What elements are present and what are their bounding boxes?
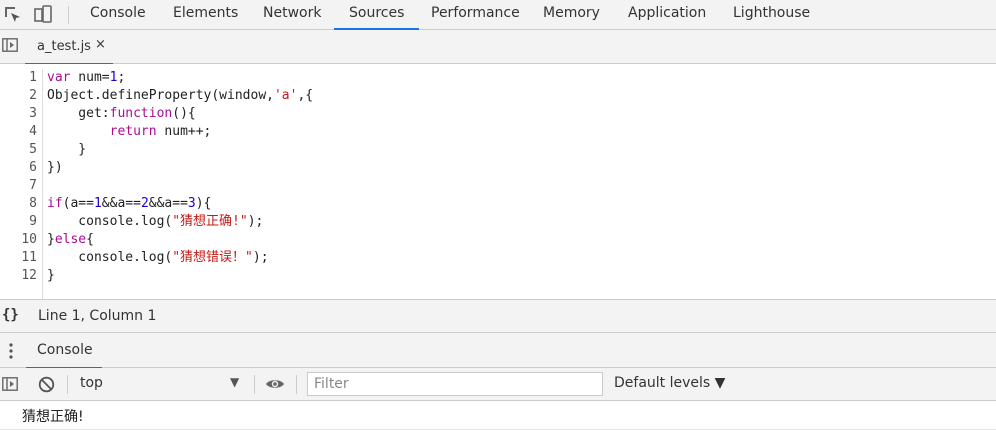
context-selector[interactable]: top <box>80 375 103 391</box>
code-text[interactable]: if(a==1&&a==2&&a==3){ <box>47 195 211 213</box>
line-number[interactable]: 11 <box>0 249 37 267</box>
code-text[interactable]: console.log("猜想正确!"); <box>47 213 263 231</box>
toolbar-separator <box>68 6 69 24</box>
code-text[interactable]: } <box>47 267 55 285</box>
code-text[interactable]: }else{ <box>47 231 94 249</box>
more-options-icon[interactable] <box>6 342 16 360</box>
line-number[interactable]: 4 <box>0 123 37 141</box>
file-tab-name: a_test.js <box>37 39 91 54</box>
code-text[interactable]: Object.defineProperty(window,'a',{ <box>47 87 313 105</box>
code-line[interactable]: 1 var num=1; <box>0 69 996 87</box>
code-line[interactable]: 9 console.log("猜想正确!"); <box>0 213 996 231</box>
line-number[interactable]: 7 <box>0 177 37 195</box>
tab-performance[interactable]: Performance <box>431 0 520 30</box>
toolbar-separator <box>296 375 297 394</box>
device-toolbar-icon[interactable] <box>33 5 53 25</box>
live-expression-eye-icon[interactable] <box>265 377 285 391</box>
devtools-tab-bar: Console Elements Network Sources Performance… <box>0 0 996 30</box>
tab-network[interactable]: Network <box>263 0 321 30</box>
close-tab-icon[interactable]: × <box>95 37 106 52</box>
sources-file-tab-bar: a_test.js × <box>0 30 996 65</box>
code-text[interactable]: console.log("猜想错误！"); <box>47 249 268 267</box>
code-line[interactable]: 5 } <box>0 141 996 159</box>
code-text[interactable]: return num++; <box>47 123 212 141</box>
console-message: 猜想正确! <box>22 409 84 425</box>
tab-console[interactable]: Console <box>90 0 146 30</box>
code-line[interactable]: 11 console.log("猜想错误！"); <box>0 249 996 267</box>
line-number[interactable]: 8 <box>0 195 37 213</box>
pretty-print-icon[interactable]: {} <box>2 307 19 323</box>
code-line[interactable]: 7 <box>0 177 996 195</box>
line-number[interactable]: 5 <box>0 141 37 159</box>
drawer-tab-label: Console <box>37 342 93 358</box>
inspect-element-icon[interactable] <box>3 5 23 25</box>
cursor-position: Line 1, Column 1 <box>38 308 157 324</box>
line-number[interactable]: 3 <box>0 105 37 123</box>
tab-memory[interactable]: Memory <box>543 0 600 30</box>
tab-application[interactable]: Application <box>628 0 706 30</box>
code-line[interactable]: 2 Object.defineProperty(window,'a',{ <box>0 87 996 105</box>
editor-status-bar: {} Line 1, Column 1 <box>0 299 996 333</box>
console-output: 猜想正确! <box>0 401 996 430</box>
line-number[interactable]: 2 <box>0 87 37 105</box>
code-text[interactable]: var num=1; <box>47 69 125 87</box>
tab-sources[interactable]: Sources <box>333 0 420 30</box>
console-toolbar: top ▼ Default levels ▼ <box>0 368 996 401</box>
tab-elements[interactable]: Elements <box>173 0 238 30</box>
clear-console-icon[interactable] <box>38 376 55 393</box>
tab-lighthouse[interactable]: Lighthouse <box>733 0 810 30</box>
log-levels-dropdown[interactable]: Default levels ▼ <box>614 375 725 391</box>
code-line[interactable]: 3 get:function(){ <box>0 105 996 123</box>
code-text[interactable]: } <box>47 141 86 159</box>
drawer-tab-bar: Console <box>0 333 996 369</box>
code-line[interactable]: 10 }else{ <box>0 231 996 249</box>
code-line[interactable]: 6}) <box>0 159 996 177</box>
code-editor[interactable]: 1 var num=1; 2 Object.defineProperty(window… <box>0 64 996 299</box>
chevron-down-icon[interactable]: ▼ <box>230 375 239 389</box>
code-line[interactable]: 4 return num++; <box>0 123 996 141</box>
line-number[interactable]: 10 <box>0 231 37 249</box>
toolbar-separator <box>254 375 255 394</box>
toggle-navigator-icon[interactable] <box>2 38 18 52</box>
line-number[interactable]: 6 <box>0 159 37 177</box>
code-line[interactable]: 12} <box>0 267 996 285</box>
code-text[interactable]: get:function(){ <box>47 105 195 123</box>
toolbar-separator <box>67 375 68 394</box>
line-number[interactable]: 12 <box>0 267 37 285</box>
code-text[interactable]: }) <box>47 159 63 177</box>
toggle-sidebar-icon[interactable] <box>2 377 18 391</box>
line-number[interactable]: 1 <box>0 69 37 87</box>
drawer-tab-console[interactable]: Console <box>26 333 102 369</box>
file-tab-a-test-js[interactable]: a_test.js × <box>25 30 113 65</box>
line-number[interactable]: 9 <box>0 213 37 231</box>
code-line[interactable]: 8 if(a==1&&a==2&&a==3){ <box>0 195 996 213</box>
filter-input[interactable] <box>307 372 603 396</box>
